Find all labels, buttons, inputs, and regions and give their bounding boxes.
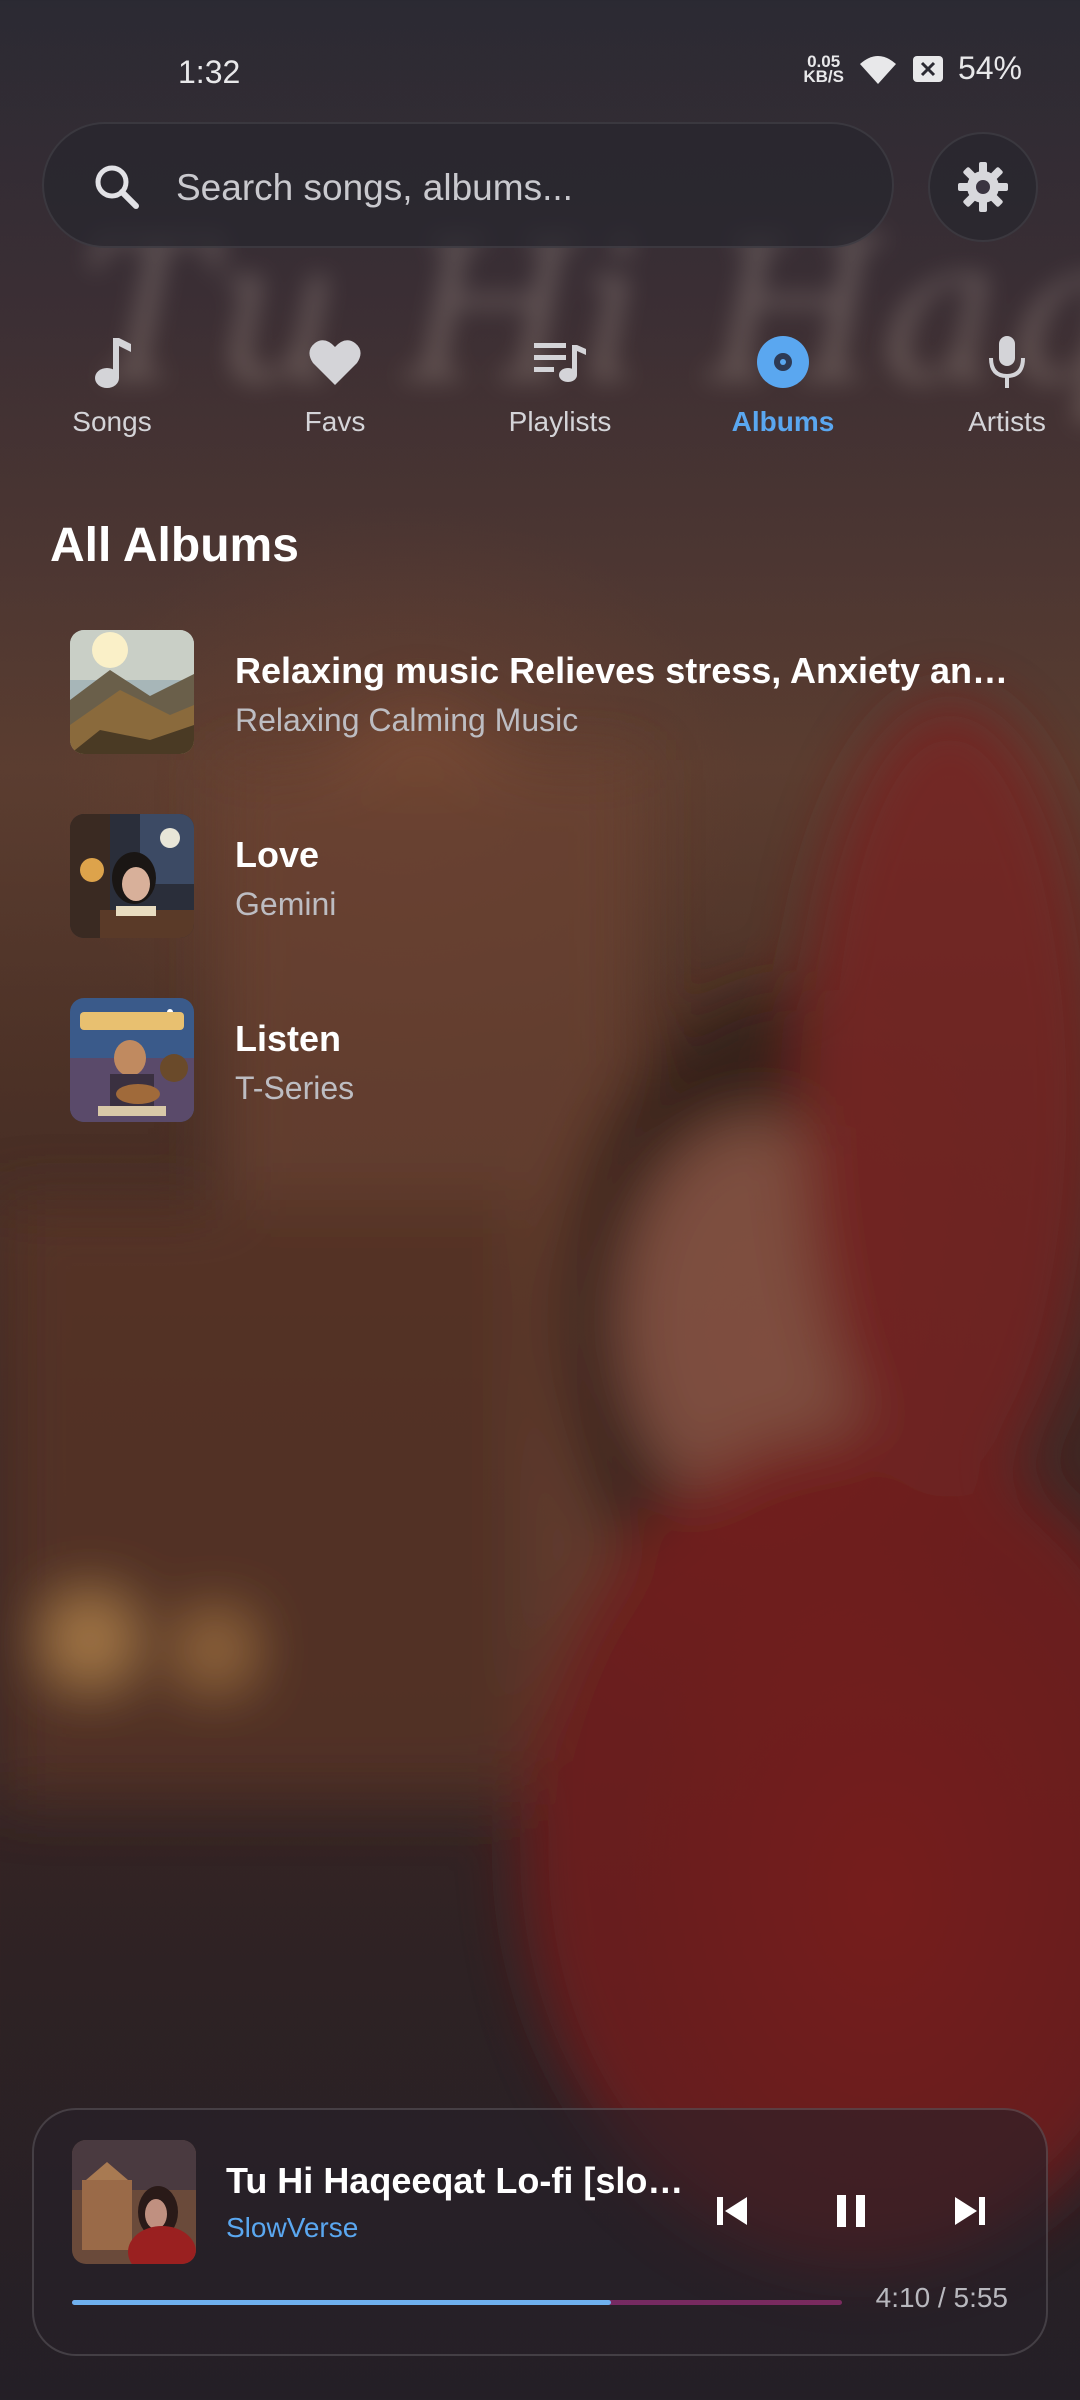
category-tabs: Songs Favs Playlists Albums Artists: [0, 330, 1080, 450]
album-artist: Gemini: [235, 886, 337, 922]
now-playing-title: Tu Hi Haqeeqat Lo-fi [slo…: [226, 2160, 684, 2201]
now-playing-cover: [72, 2140, 196, 2264]
tab-label: Albums: [731, 406, 835, 437]
tab-albums[interactable]: Albums: [693, 330, 873, 450]
tab-artists[interactable]: Artists: [917, 330, 1080, 450]
status-bar: 1:32 0.05 KB/S 54%: [0, 0, 1080, 140]
progress-fill: [72, 2300, 611, 2305]
album-title: Listen: [235, 1018, 342, 1059]
gear-icon: [958, 162, 1008, 212]
album-artist: T-Series: [235, 1070, 355, 1106]
now-playing-artist: SlowVerse: [226, 2212, 359, 2243]
tab-playlists[interactable]: Playlists: [470, 330, 650, 450]
album-item-love[interactable]: Love Gemini: [70, 804, 1050, 938]
playlist-icon: [534, 343, 586, 382]
search-bar[interactable]: [42, 122, 894, 248]
album-artist: Relaxing Calming Music: [235, 702, 579, 738]
sim-disabled-icon: [912, 55, 943, 82]
search-input[interactable]: [174, 152, 858, 224]
tab-label: Favs: [304, 406, 366, 437]
status-indicators: 0.05 KB/S 54%: [803, 50, 1022, 87]
album-cover: [70, 630, 194, 754]
album-title: Love: [235, 834, 320, 875]
playback-time: 4:10 / 5:55: [875, 2282, 1008, 2313]
album-title: Relaxing music Relieves stress, Anxiety …: [235, 650, 1009, 691]
progress-bar[interactable]: [72, 2300, 842, 2305]
previous-button[interactable]: [698, 2176, 768, 2246]
pause-icon: [837, 2195, 865, 2227]
album-cover: [70, 814, 194, 938]
mini-player[interactable]: Tu Hi Haqeeqat Lo-fi [slo… SlowVerse 4:1…: [32, 2108, 1048, 2356]
album-item-listen[interactable]: Listen T-Series: [70, 988, 1050, 1122]
tab-label: Artists: [968, 406, 1046, 437]
music-note-icon: [95, 338, 131, 388]
tab-label: Songs: [72, 406, 152, 437]
search-icon: [95, 165, 139, 209]
section-title: All Albums: [50, 519, 299, 572]
heart-icon: [309, 340, 361, 385]
settings-button[interactable]: [928, 132, 1038, 242]
album-cover: [70, 998, 194, 1122]
network-speed: 0.05 KB/S: [803, 53, 844, 86]
battery-level: 54%: [957, 50, 1022, 86]
tab-favs[interactable]: Favs: [245, 330, 425, 450]
microphone-icon: [989, 336, 1025, 388]
wifi-icon: [859, 55, 896, 84]
network-speed-unit: KB/S: [803, 66, 844, 86]
album-item-relaxing[interactable]: Relaxing music Relieves stress, Anxiety …: [70, 620, 1050, 754]
next-button[interactable]: [934, 2176, 1004, 2246]
skip-previous-icon: [717, 2197, 747, 2225]
status-time: 1:32: [178, 54, 241, 90]
tab-songs[interactable]: Songs: [22, 330, 202, 450]
pause-button[interactable]: [816, 2176, 886, 2246]
skip-next-icon: [955, 2197, 985, 2225]
album-disc-icon: [757, 336, 809, 388]
tab-label: Playlists: [508, 406, 612, 437]
